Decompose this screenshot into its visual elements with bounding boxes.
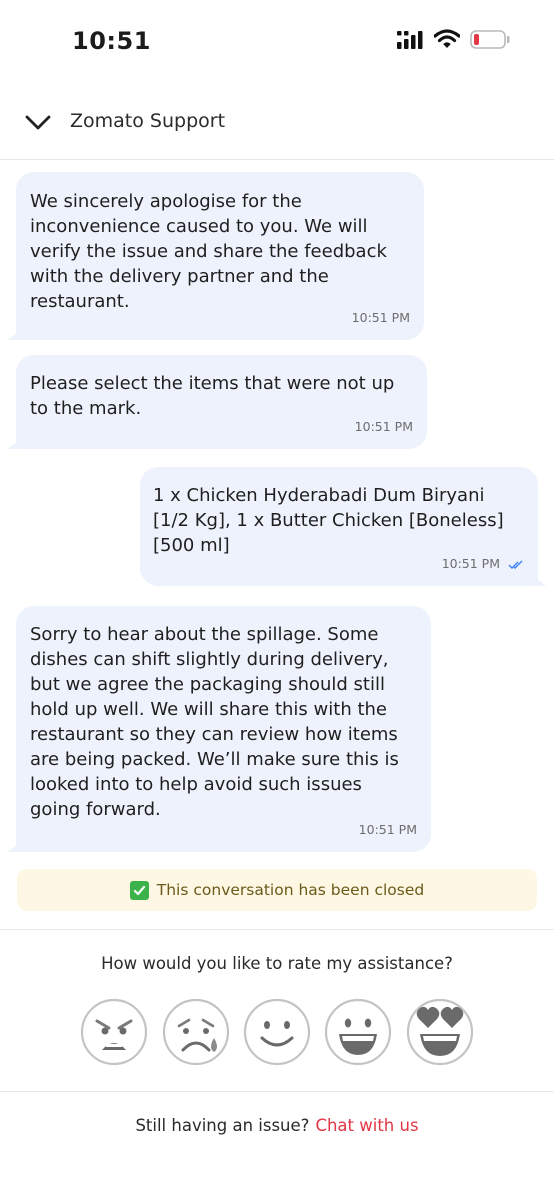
message-bubble-support: We sincerely apologise for the inconveni…	[8, 172, 424, 340]
chat-with-us-link[interactable]: Chat with us	[315, 1116, 418, 1135]
message-time: 10:51 PM	[354, 419, 413, 434]
divider	[0, 1091, 554, 1092]
battery-low-icon	[470, 30, 510, 49]
bubble-tail	[8, 441, 18, 449]
message-time: 10:51 PM	[358, 822, 417, 837]
message-text: 1 x Chicken Hyderabadi Dum Biryani [1/2 …	[153, 485, 504, 556]
message-time: 10:51 PM	[351, 310, 410, 325]
footer-text: Still having an issue?	[135, 1116, 310, 1135]
cellular-signal-icon	[397, 31, 423, 49]
message-text: Sorry to hear about the spillage. Some d…	[30, 624, 399, 820]
bubble-tail	[536, 578, 546, 586]
conversation-closed-banner: This conversation has been closed	[17, 869, 537, 911]
status-time: 10:51	[72, 27, 151, 55]
bubble-tail	[8, 844, 18, 852]
crying-face-icon[interactable]	[162, 998, 230, 1066]
check-box-icon	[129, 880, 149, 900]
wifi-icon	[434, 29, 460, 48]
double-check-icon	[508, 560, 523, 569]
message-bubble-user: 1 x Chicken Hyderabadi Dum Biryani [1/2 …	[140, 467, 546, 586]
footer: Still having an issue? Chat with us	[0, 1116, 554, 1135]
message-text: We sincerely apologise for the inconveni…	[30, 191, 387, 312]
message-time-row: 10:51 PM	[442, 551, 524, 576]
chat-header: Zomato Support	[0, 98, 554, 160]
message-bubble-support: Sorry to hear about the spillage. Some d…	[8, 606, 431, 852]
heart-eyes-face-icon[interactable]	[406, 998, 474, 1066]
bubble-tail	[8, 332, 18, 340]
status-bar: 10:51	[0, 0, 554, 80]
closed-banner-text: This conversation has been closed	[156, 881, 425, 899]
grinning-face-icon[interactable]	[324, 998, 392, 1066]
slightly-smiling-face-icon[interactable]	[243, 998, 311, 1066]
chat-title: Zomato Support	[70, 110, 226, 132]
divider	[0, 929, 554, 930]
angry-face-icon[interactable]	[80, 998, 148, 1066]
rating-question: How would you like to rate my assistance…	[101, 954, 453, 973]
chevron-down-icon[interactable]	[24, 112, 52, 132]
message-time: 10:51 PM	[441, 556, 501, 571]
message-bubble-support: Please select the items that were not up…	[8, 355, 427, 449]
